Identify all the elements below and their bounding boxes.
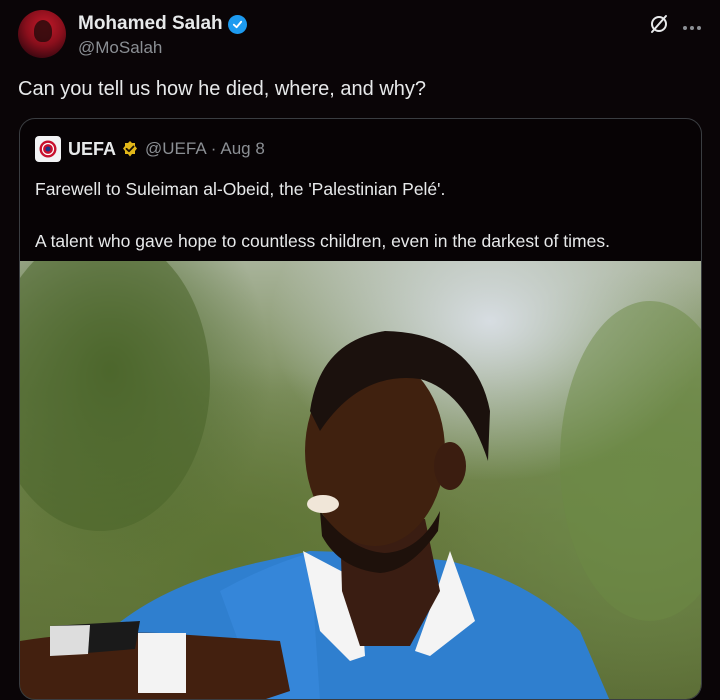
quoted-handle[interactable]: @UEFA — [145, 139, 207, 159]
player-photo[interactable] — [20, 261, 701, 699]
verified-badge-icon — [227, 14, 247, 34]
tweet-text: Can you tell us how he died, where, and … — [18, 78, 427, 100]
handle[interactable]: @MoSalah — [78, 38, 247, 58]
grok-icon[interactable] — [648, 13, 670, 40]
quoted-paragraph: A talent who gave hope to countless chil… — [35, 231, 610, 251]
avatar[interactable] — [18, 10, 66, 58]
display-name[interactable]: Mohamed Salah — [78, 13, 223, 35]
quoted-display-name[interactable]: UEFA — [68, 139, 116, 160]
more-icon[interactable] — [682, 18, 702, 36]
quoted-paragraph: Farewell to Suleiman al-Obeid, the 'Pale… — [35, 179, 446, 199]
separator-dot: · — [210, 139, 217, 158]
name-row: Mohamed Salah — [78, 13, 247, 35]
player-illustration — [20, 261, 701, 699]
quoted-date[interactable]: Aug 8 — [220, 139, 264, 159]
tweet-header: Mohamed Salah @MoSalah — [18, 10, 247, 58]
quoted-tweet-text: Farewell to Suleiman al-Obeid, the 'Pale… — [35, 176, 685, 254]
uefa-logo-icon[interactable] — [35, 136, 61, 162]
gold-verified-badge-icon — [121, 140, 139, 158]
tweet-actions-top — [648, 13, 702, 40]
author-block: Mohamed Salah @MoSalah — [78, 10, 247, 58]
quoted-tweet-header: UEFA @UEFA · Aug 8 — [35, 136, 265, 162]
quoted-tweet[interactable]: UEFA @UEFA · Aug 8 Farewell to Suleiman … — [19, 118, 702, 700]
